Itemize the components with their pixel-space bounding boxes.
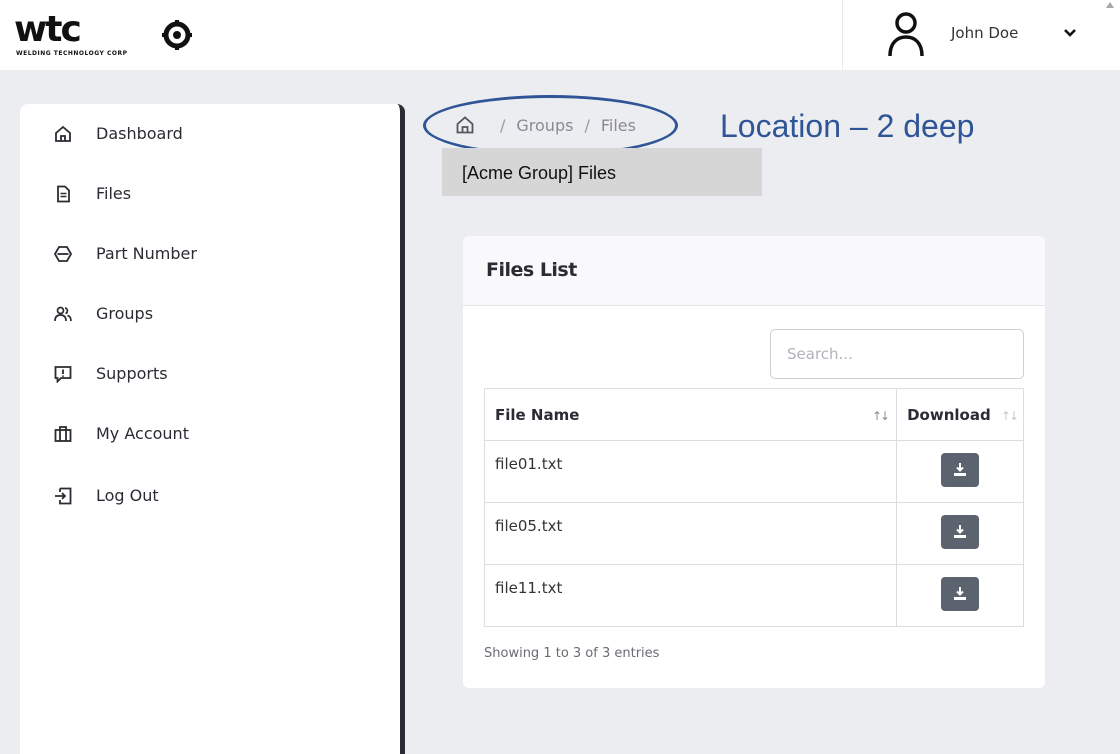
part-icon bbox=[54, 245, 72, 262]
column-header-file-name[interactable]: File Name ↑↓ bbox=[483, 388, 898, 441]
user-menu[interactable]: John Doe bbox=[842, 0, 1100, 70]
wtco-logo[interactable]: wtc WELDING TECHNOLOGY CORP bbox=[14, 10, 199, 60]
files-table: File Name ↑↓ Download ↑↓ file01.txt file… bbox=[483, 388, 1024, 627]
table-header-row: File Name ↑↓ Download ↑↓ bbox=[483, 388, 1024, 441]
file-name-cell: file05.txt bbox=[483, 502, 898, 565]
table-row: file05.txt bbox=[483, 502, 1024, 565]
sidebar-item-label: Part Number bbox=[96, 244, 197, 263]
sidebar-item-my-account[interactable]: My Account bbox=[54, 424, 189, 443]
sidebar-item-label: Groups bbox=[96, 304, 154, 323]
column-header-label: Download bbox=[907, 405, 991, 424]
download-button[interactable] bbox=[941, 577, 980, 611]
download-cell bbox=[896, 440, 1024, 503]
sidebar-item-label: Files bbox=[96, 184, 132, 203]
sidebar-item-label: My Account bbox=[96, 424, 189, 443]
group-files-tab-label: [Acme Group] Files bbox=[462, 163, 617, 183]
logo-subtitle: WELDING TECHNOLOGY CORP bbox=[16, 50, 128, 57]
sidebar-item-supports[interactable]: Supports bbox=[54, 364, 168, 383]
briefcase-icon bbox=[54, 425, 72, 442]
download-cell bbox=[896, 564, 1024, 627]
user-name: John Doe bbox=[951, 24, 1019, 42]
home-icon bbox=[55, 125, 71, 142]
table-row: file01.txt bbox=[483, 440, 1024, 503]
sidebar: Dashboard Files Part Number Groups Suppo… bbox=[20, 104, 405, 754]
logo-wordmark: wtc bbox=[14, 9, 82, 50]
breadcrumb-separator: / bbox=[500, 115, 506, 135]
breadcrumb-separator: / bbox=[584, 115, 590, 135]
user-avatar-icon bbox=[888, 12, 924, 57]
sidebar-item-part-number[interactable]: Part Number bbox=[54, 244, 197, 263]
download-icon bbox=[954, 587, 967, 600]
breadcrumb: / Groups / Files bbox=[455, 115, 636, 135]
sidebar-item-label: Log Out bbox=[96, 486, 159, 505]
sort-arrows-icon[interactable]: ↑↓ bbox=[872, 409, 890, 423]
search-input[interactable] bbox=[770, 329, 1024, 379]
column-header-label: File Name bbox=[495, 405, 580, 424]
download-icon bbox=[954, 463, 967, 476]
sort-arrows-icon[interactable]: ↑↓ bbox=[1001, 409, 1019, 423]
document-icon bbox=[57, 185, 70, 202]
breadcrumb-files: Files bbox=[600, 115, 636, 135]
top-bar: wtc WELDING TECHNOLOGY CORP John Doe bbox=[0, 0, 1120, 70]
home-icon[interactable] bbox=[455, 115, 475, 135]
users-icon bbox=[54, 306, 72, 321]
logout-icon bbox=[55, 487, 72, 504]
download-button[interactable] bbox=[941, 453, 980, 487]
download-icon bbox=[954, 525, 967, 538]
sidebar-item-label: Supports bbox=[96, 364, 168, 383]
table-row: file11.txt bbox=[483, 564, 1024, 627]
sidebar-item-label: Dashboard bbox=[96, 124, 183, 143]
download-button[interactable] bbox=[941, 515, 980, 549]
column-header-download[interactable]: Download ↑↓ bbox=[896, 388, 1024, 441]
sidebar-item-groups[interactable]: Groups bbox=[54, 304, 153, 323]
file-name-cell: file01.txt bbox=[483, 440, 898, 503]
sidebar-item-log-out[interactable]: Log Out bbox=[54, 486, 159, 505]
sidebar-item-dashboard[interactable]: Dashboard bbox=[54, 124, 183, 143]
group-files-tab: [Acme Group] Files bbox=[442, 148, 762, 196]
breadcrumb-groups[interactable]: Groups bbox=[516, 116, 573, 135]
card-header: Files List bbox=[463, 236, 1045, 306]
scroll-up-arrow-icon[interactable] bbox=[1106, 2, 1114, 8]
support-message-icon bbox=[54, 365, 72, 383]
download-cell bbox=[896, 502, 1024, 565]
sidebar-item-files[interactable]: Files bbox=[54, 184, 131, 203]
chevron-down-icon[interactable] bbox=[1063, 27, 1077, 39]
gear-logo-icon bbox=[162, 20, 192, 50]
table-info: Showing 1 to 3 of 3 entries bbox=[484, 646, 660, 661]
files-list-card: Files List File Name ↑↓ Download ↑↓ file… bbox=[463, 236, 1045, 688]
location-annotation: Location – 2 deep bbox=[720, 108, 975, 144]
card-title: Files List bbox=[486, 259, 577, 281]
file-name-cell: file11.txt bbox=[483, 564, 898, 627]
